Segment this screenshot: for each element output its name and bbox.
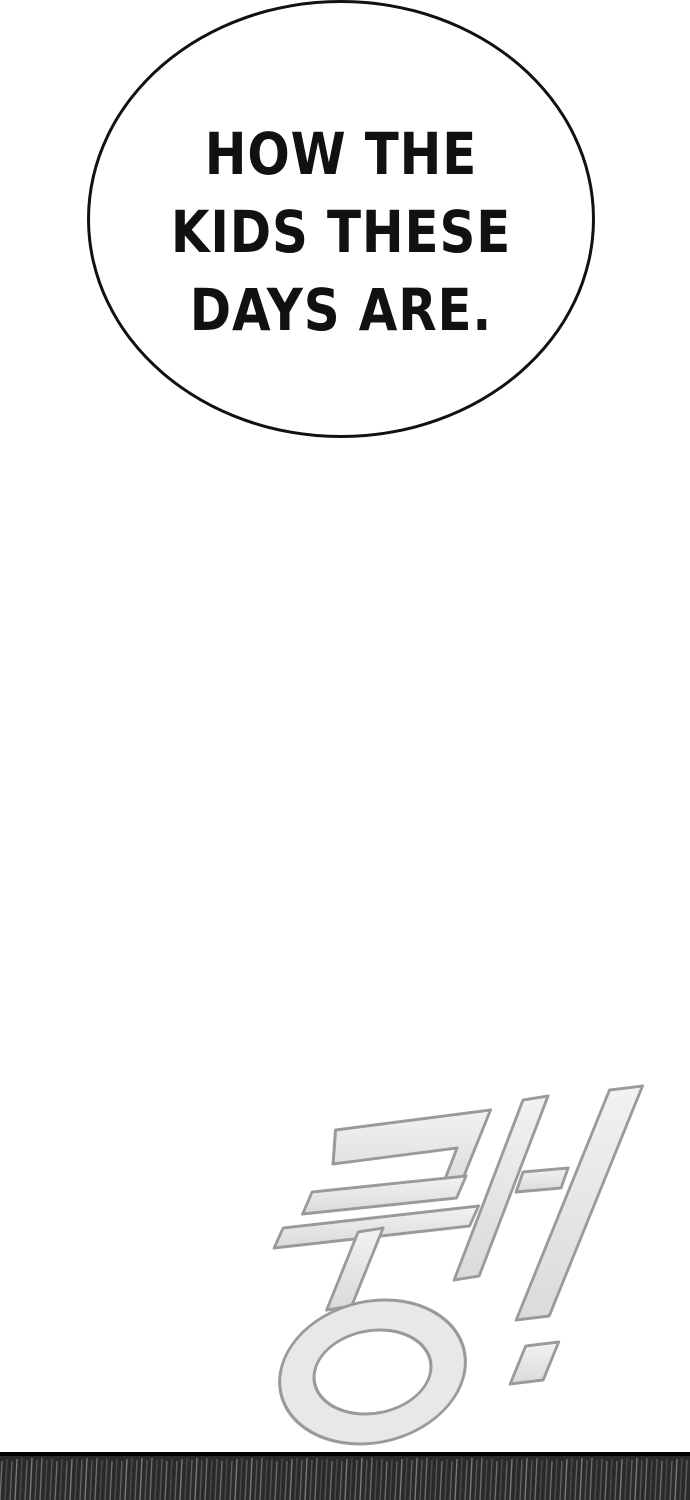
- hatching-texture: [0, 1457, 688, 1500]
- speech-bubble: HOW THE KIDS THESE DAYS ARE.: [87, 0, 595, 438]
- speech-line-3: DAYS ARE.: [189, 276, 493, 344]
- comic-page: HOW THE KIDS THESE DAYS ARE. 쾅!: [0, 0, 690, 1500]
- next-panel-edge: [0, 1452, 690, 1500]
- speech-line-2: KIDS THESE: [170, 198, 512, 266]
- sound-effect-graphic: 쾅!: [272, 1084, 645, 1446]
- speech-line-1: HOW THE: [204, 120, 478, 188]
- speech-bubble-text: HOW THE KIDS THESE DAYS ARE.: [125, 115, 557, 349]
